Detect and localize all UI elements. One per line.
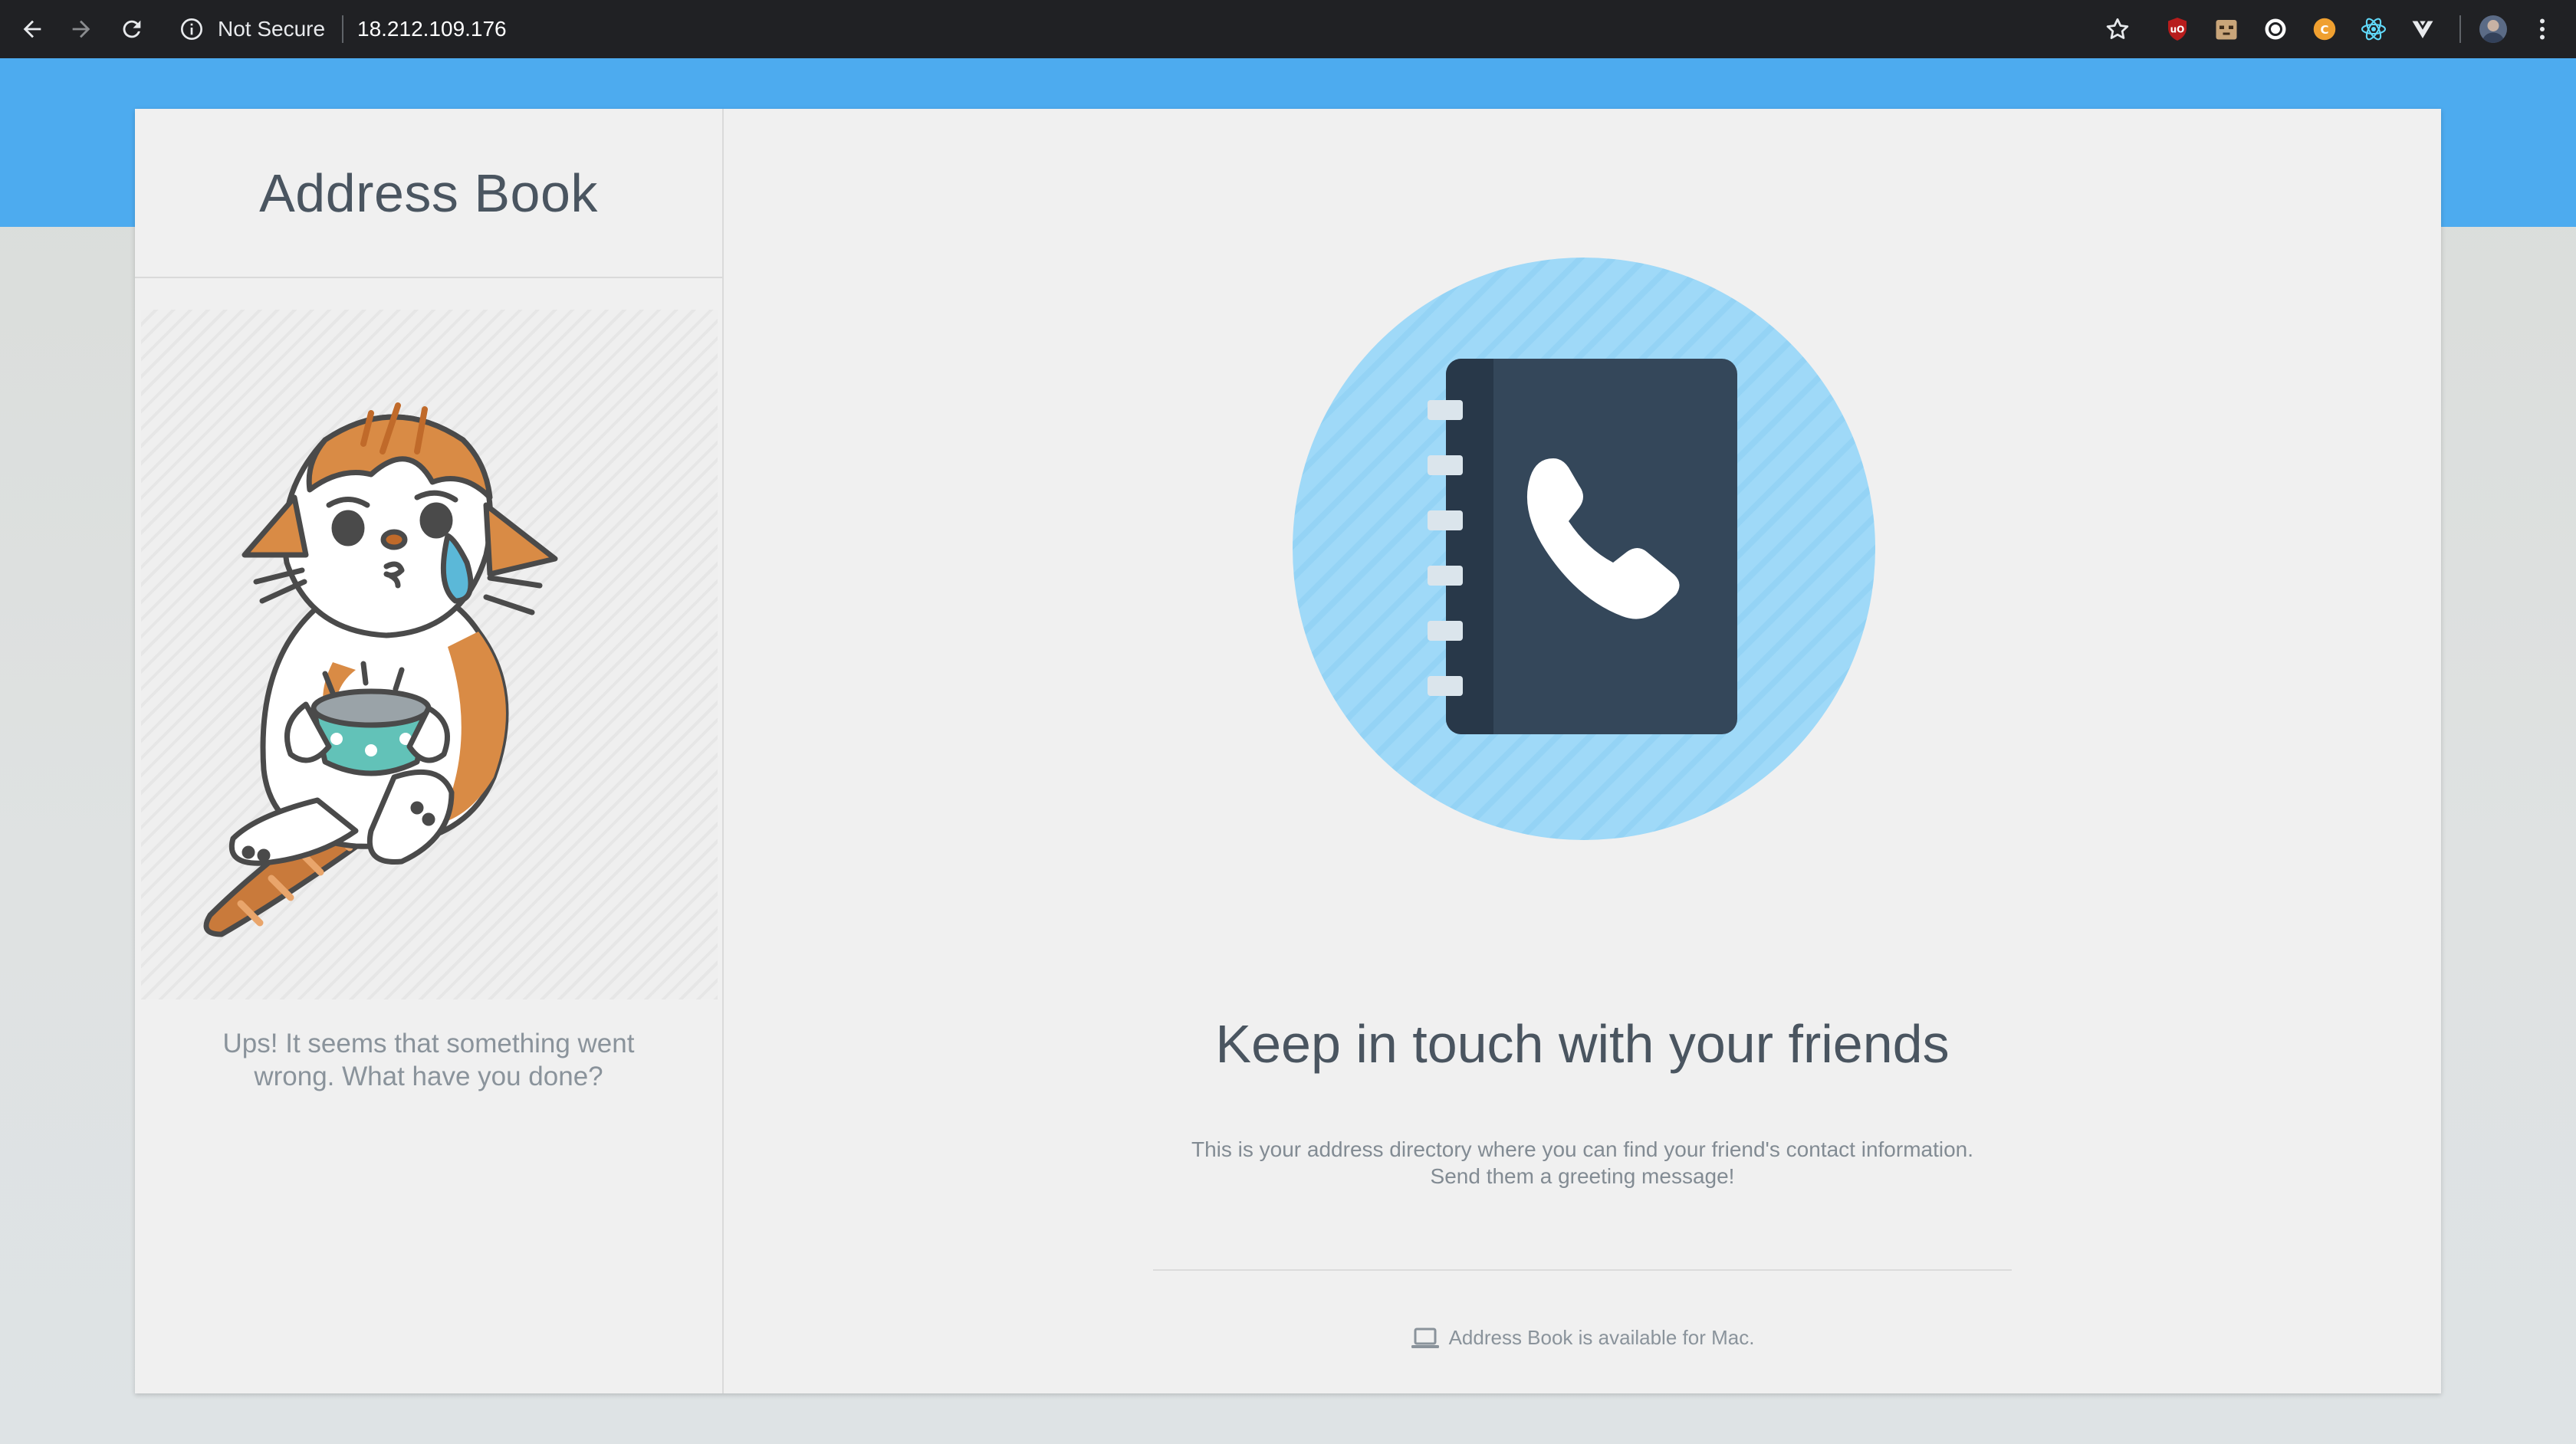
profile-avatar-icon[interactable] [2479, 15, 2507, 43]
crying-cat-illustration [141, 310, 718, 999]
security-status-label[interactable]: Not Secure [218, 14, 325, 44]
sidebar: Address Book Ups! It seems that somethin… [135, 109, 724, 1393]
star-icon[interactable] [2104, 15, 2131, 43]
app-title: Address Book [259, 162, 598, 223]
svg-text:C: C [2320, 23, 2328, 37]
headline: Keep in touch with your friends [1215, 1014, 1950, 1074]
forward-arrow-icon[interactable] [63, 11, 100, 48]
ublock-icon[interactable]: uO [2164, 15, 2191, 43]
coin-extension-icon[interactable]: C [2311, 15, 2338, 43]
description-line-2: Send them a greeting message! [1430, 1164, 1735, 1188]
svg-text:uO: uO [2170, 25, 2185, 35]
error-message: Ups! It seems that something went wrong.… [222, 1029, 635, 1091]
sidebar-header: Address Book [135, 109, 722, 278]
description-line-1: This is your address directory where you… [1191, 1137, 1974, 1161]
address-separator [342, 15, 343, 43]
toolbar-separator [2459, 15, 2461, 43]
address-book-phone-icon [1293, 258, 1875, 840]
back-arrow-icon[interactable] [14, 11, 51, 48]
browser-toolbar: Not Secure 18.212.109.176 uO C [0, 0, 2576, 58]
circle-extension-icon[interactable] [2262, 15, 2289, 43]
extension-box-icon[interactable] [2213, 15, 2240, 43]
main-panel: Keep in touch with your friends This is … [724, 109, 2441, 1393]
availability-text: Address Book is available for Mac. [1448, 1326, 1755, 1349]
availability-note: Address Book is available for Mac. [724, 1326, 2441, 1350]
vue-devtools-icon[interactable] [2409, 15, 2436, 43]
divider [1153, 1269, 2012, 1271]
reload-icon[interactable] [113, 11, 150, 48]
info-icon[interactable] [179, 17, 204, 41]
app-card: Address Book Ups! It seems that somethin… [135, 109, 2441, 1393]
description: This is your address directory where you… [1030, 1136, 2134, 1190]
address-bar-url[interactable]: 18.212.109.176 [357, 14, 507, 44]
kebab-menu-icon[interactable] [2528, 15, 2556, 43]
laptop-icon [1411, 1327, 1440, 1350]
react-devtools-icon[interactable] [2360, 15, 2387, 43]
